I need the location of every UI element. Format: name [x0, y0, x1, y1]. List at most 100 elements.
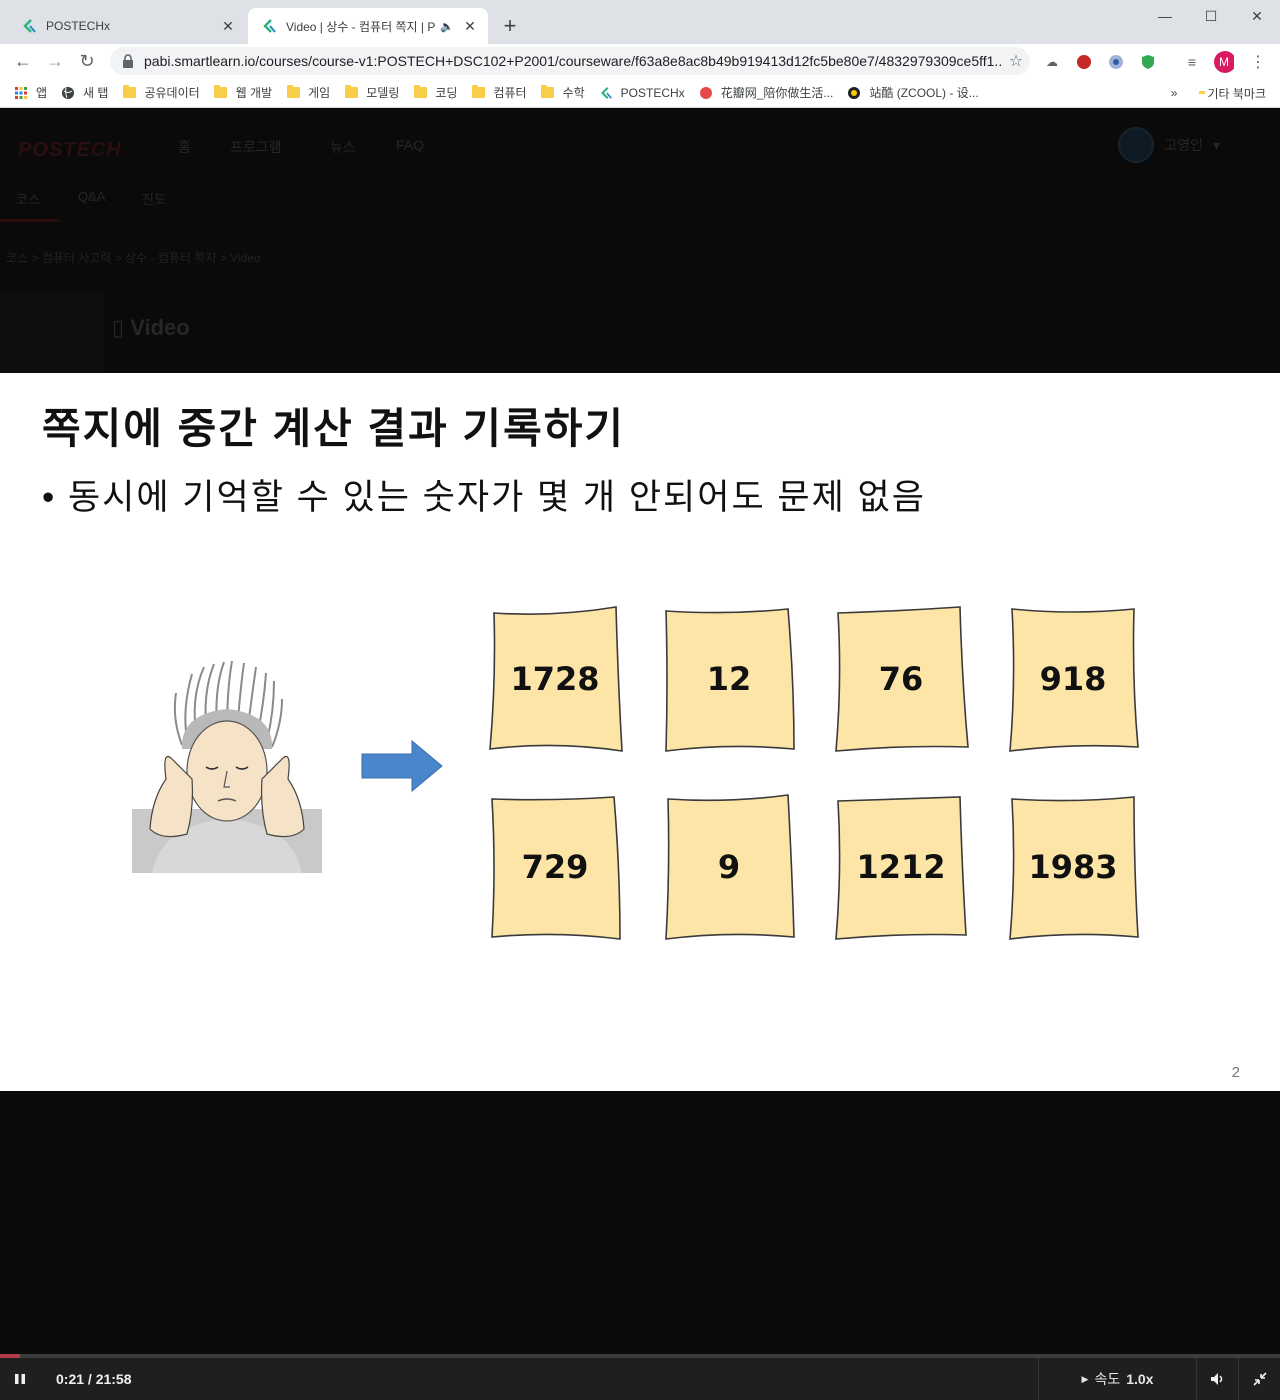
bookmark-folder[interactable]: 웹 개발	[214, 84, 272, 101]
sticky-note: 1728	[480, 601, 630, 757]
note-number: 12	[706, 660, 752, 698]
extension-cloud-icon[interactable]: ☁	[1042, 52, 1062, 72]
extension-blue-icon[interactable]	[1106, 52, 1126, 72]
bookmark-label: 게임	[308, 86, 331, 100]
tab-postechx[interactable]: POSTECHx ✕	[8, 8, 246, 44]
bookmarks-overflow-icon[interactable]: »	[1171, 86, 1178, 100]
slide-title: 쪽지에 중간 계산 결과 기록하기	[42, 405, 625, 452]
maximize-icon[interactable]: ☐	[1188, 0, 1234, 32]
bookmark-huaban[interactable]: 花瓣网_陪你做生活...	[699, 84, 833, 101]
nav-faq[interactable]: FAQ	[396, 137, 424, 153]
address-bar[interactable]: pabi.smartlearn.io/courses/course-v1:POS…	[110, 47, 1030, 75]
minimize-icon[interactable]: —	[1142, 0, 1188, 32]
postechx-favicon-icon	[599, 86, 613, 100]
bookmark-label: 모델링	[366, 86, 400, 100]
postechx-favicon-icon	[20, 17, 38, 35]
url-text: pabi.smartlearn.io/courses/course-v1:POS…	[144, 53, 1002, 69]
pause-icon	[15, 1374, 25, 1384]
sticky-note: 76	[826, 601, 976, 757]
bookmark-folder[interactable]: 게임	[286, 84, 330, 101]
browser-toolbar: ← → ↻ pabi.smartlearn.io/courses/course-…	[0, 44, 1280, 78]
video-time: 0:21 / 21:58	[56, 1371, 132, 1387]
caret-down-icon: ▾	[1212, 136, 1220, 153]
other-bookmarks[interactable]: 기타 북마크	[1207, 85, 1266, 102]
close-window-icon[interactable]: ✕	[1234, 0, 1280, 32]
new-tab-button[interactable]: +	[498, 13, 522, 38]
caret-right-icon: ▶	[1081, 1373, 1089, 1384]
note-number: 729	[521, 848, 589, 886]
bookmark-folder[interactable]: 컴퓨터	[471, 84, 527, 101]
tab-strip: POSTECHx ✕ Video | 상수 - 컴퓨터 쪽지 | P 🔈 ✕ +…	[0, 0, 1280, 44]
sticky-note: 12	[654, 601, 804, 757]
note-number: 9	[717, 848, 741, 886]
video-heading: ▯ Video	[112, 315, 190, 341]
avatar	[1118, 127, 1155, 163]
bookmark-new-tab[interactable]: 새 탭	[61, 84, 108, 101]
user-menu[interactable]: 고영인 ▾	[1118, 127, 1220, 163]
tab-course[interactable]: 코스	[16, 189, 40, 208]
note-number: 1983	[1028, 848, 1118, 886]
bookmark-folder[interactable]: 코딩	[413, 84, 457, 101]
bookmark-apps[interactable]: 앱	[14, 84, 47, 101]
folder-icon	[344, 85, 358, 100]
site-logo[interactable]: POSTECH	[18, 139, 122, 162]
speaker-icon[interactable]: 🔈	[440, 20, 454, 33]
zcool-icon	[847, 86, 861, 100]
exit-fullscreen-button[interactable]	[1238, 1358, 1280, 1400]
bookmark-folder[interactable]: 수학	[541, 84, 585, 101]
folder-icon	[286, 85, 300, 100]
profile-initial: M	[1219, 55, 1229, 69]
media-queue-icon[interactable]: ≡	[1182, 52, 1202, 72]
forward-arrow-icon[interactable]: →	[42, 48, 68, 74]
tab-qna[interactable]: Q&A	[78, 189, 105, 204]
note-number: 1212	[856, 848, 946, 886]
extension-shield-icon[interactable]	[1138, 52, 1158, 72]
folder-icon	[214, 85, 228, 100]
video-slide[interactable]: 쪽지에 중간 계산 결과 기록하기 • 동시에 기억할 수 있는 숫자가 몇 개…	[0, 373, 1280, 1091]
slide-bullet: • 동시에 기억할 수 있는 숫자가 몇 개 안되어도 문제 없음	[42, 478, 926, 517]
profile-avatar[interactable]: M	[1214, 51, 1234, 73]
sticky-note: 1212	[826, 789, 976, 945]
tab-video[interactable]: Video | 상수 - 컴퓨터 쪽지 | P 🔈 ✕	[248, 8, 488, 44]
menu-kebab-icon[interactable]: ⋮	[1248, 52, 1268, 72]
bookmark-label: 站酷 (ZCOOL) - 设...	[869, 86, 979, 100]
tab-close-icon[interactable]: ✕	[218, 16, 238, 36]
bookmark-star-icon[interactable]: ☆	[1002, 51, 1030, 71]
bookmark-label: POSTECHx	[620, 85, 685, 100]
postechx-favicon-icon	[260, 17, 278, 35]
back-arrow-icon[interactable]: ←	[10, 48, 36, 74]
bookmark-folder[interactable]: 모델링	[344, 84, 399, 101]
bookmark-postechx[interactable]: POSTECHx	[599, 86, 685, 100]
volume-button[interactable]	[1196, 1358, 1238, 1400]
bookmark-label: 앱	[36, 86, 48, 100]
speed-value: 1.0x	[1126, 1371, 1154, 1387]
nav-home[interactable]: 홈	[178, 137, 191, 157]
video-heading-label: Video	[130, 315, 190, 340]
lock-icon	[122, 54, 136, 68]
playback-speed-button[interactable]: ▶ 속도 1.0x	[1038, 1358, 1196, 1400]
bookmark-label: 공유데이터	[144, 86, 200, 100]
folder-icon	[413, 85, 427, 100]
bookmark-zcool[interactable]: 站酷 (ZCOOL) - 设...	[847, 84, 979, 101]
globe-icon	[61, 86, 75, 100]
right-arrow-icon	[360, 739, 444, 793]
thinking-person-illustration	[132, 659, 322, 873]
volume-icon	[1210, 1373, 1222, 1385]
nav-news[interactable]: 뉴스	[330, 137, 356, 157]
pause-button[interactable]	[0, 1358, 40, 1400]
tab-close-icon[interactable]: ✕	[460, 16, 480, 36]
reload-icon[interactable]: ↻	[74, 48, 100, 74]
sidebar	[0, 291, 104, 373]
sticky-note: 1983	[998, 789, 1148, 945]
slide-page-number: 2	[1231, 1064, 1240, 1081]
speed-label: 속도	[1094, 1371, 1121, 1387]
tab-progress[interactable]: 진도	[142, 189, 166, 208]
folder-icon	[122, 85, 136, 100]
bookmarks-bar: 앱 새 탭 공유데이터 웹 개발 게임 모델링 코딩 컴퓨터 수학 POSTEC…	[0, 78, 1280, 108]
apps-grid-icon	[14, 86, 28, 100]
note-number: 1728	[510, 660, 600, 698]
nav-programs[interactable]: 프로그램	[230, 137, 282, 157]
bookmark-folder[interactable]: 공유데이터	[122, 84, 200, 101]
extension-red-icon[interactable]	[1074, 52, 1094, 72]
folder-icon	[471, 85, 485, 100]
